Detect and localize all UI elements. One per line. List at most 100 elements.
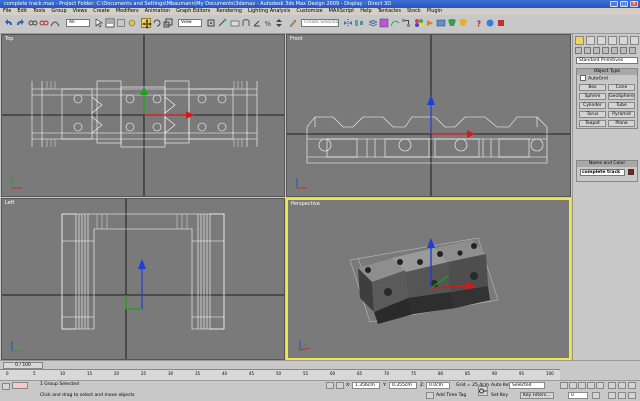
render-setup-icon[interactable] — [425, 18, 435, 28]
set-key-button[interactable]: Set Key — [491, 393, 508, 398]
minimize-button[interactable]: _ — [610, 1, 618, 7]
key-filters-button[interactable]: Key Filters... — [520, 392, 554, 399]
menu-item[interactable]: Customize — [296, 8, 322, 14]
select-and-link-icon[interactable] — [28, 18, 38, 28]
time-tag-icon[interactable] — [426, 392, 434, 399]
primitive-button[interactable]: Torus — [579, 111, 606, 118]
primitive-button[interactable]: Tube — [608, 102, 635, 109]
align-icon[interactable] — [354, 18, 364, 28]
current-frame-field[interactable]: 0 — [568, 392, 588, 399]
menu-item[interactable]: Help — [360, 8, 371, 14]
keyboard-shortcut-override-icon[interactable] — [230, 18, 240, 28]
rectangular-selection-region-icon[interactable] — [116, 18, 126, 28]
maxscript-listener-icon[interactable] — [2, 383, 10, 390]
reference-coordinate-dropdown[interactable]: View — [178, 19, 202, 27]
layer-manager-icon[interactable] — [368, 18, 378, 28]
viewport-label-left[interactable]: Left — [5, 200, 14, 206]
zoom-extents-icon[interactable] — [628, 382, 636, 389]
select-by-name-icon[interactable] — [105, 18, 115, 28]
window-crossing-icon[interactable] — [127, 18, 137, 28]
go-to-end-icon[interactable] — [596, 382, 604, 389]
viewport-front[interactable]: Front — [286, 34, 571, 197]
geometry-icon[interactable] — [575, 47, 582, 54]
viewport-top[interactable]: Top — [1, 34, 285, 197]
previous-frame-icon[interactable] — [569, 382, 577, 389]
z-coordinate-field[interactable]: 0.0cm — [426, 382, 450, 389]
primitive-button[interactable]: Teapot — [579, 120, 606, 127]
go-to-start-icon[interactable] — [560, 382, 568, 389]
angle-snap-icon[interactable] — [252, 18, 262, 28]
key-icon[interactable] — [478, 386, 488, 396]
graphite-modeling-tools-icon[interactable] — [379, 18, 389, 28]
x-coordinate-field[interactable]: 1.356cm — [352, 382, 380, 389]
time-configuration-icon[interactable] — [592, 392, 600, 399]
close-button[interactable]: × — [630, 1, 638, 7]
rendered-frame-window-icon[interactable] — [436, 18, 446, 28]
y-coordinate-field[interactable]: 0.355cm — [389, 382, 417, 389]
undo-icon[interactable] — [4, 18, 14, 28]
auto-key-mode-dropdown[interactable]: Selected — [509, 382, 545, 389]
select-object-icon[interactable] — [94, 18, 104, 28]
select-and-move-icon[interactable] — [141, 18, 152, 29]
edit-named-selection-icon[interactable] — [288, 18, 298, 28]
helpers-icon[interactable] — [611, 47, 618, 54]
primitive-category-dropdown[interactable]: Standard Primitives — [576, 57, 638, 64]
help-icon[interactable]: ? — [474, 18, 484, 29]
create-tab[interactable] — [575, 36, 584, 45]
named-selection-sets-input[interactable]: Create Selection Set — [301, 19, 339, 27]
menu-item[interactable]: Edit — [17, 8, 27, 14]
select-and-scale-icon[interactable] — [163, 18, 173, 28]
unlink-icon[interactable] — [39, 18, 49, 28]
menu-item[interactable]: Rendering — [216, 8, 242, 14]
menu-item[interactable]: Stock — [407, 8, 421, 14]
menu-item[interactable]: Tentacles — [378, 8, 401, 14]
viewport-label-top[interactable]: Top — [5, 36, 13, 42]
arc-rotate-icon[interactable] — [628, 392, 636, 399]
maxscript-mini-listener[interactable] — [12, 382, 28, 389]
track-bar[interactable]: 0 5 10 15 20 25 30 35 40 45 50 55 60 65 70 75 80 85 90 95 10… — [0, 369, 560, 380]
autogrid-checkbox[interactable]: AutoGrid — [577, 75, 637, 82]
network-render-icon[interactable] — [485, 18, 495, 28]
menu-item[interactable]: File — [3, 8, 11, 14]
cameras-icon[interactable] — [602, 47, 609, 54]
menu-item[interactable]: Plugin — [427, 8, 442, 14]
selection-filter-dropdown[interactable]: All — [66, 19, 90, 27]
menu-item[interactable]: Group — [51, 8, 66, 14]
menu-item[interactable]: Tools — [33, 8, 45, 14]
material-editor-icon[interactable] — [414, 18, 424, 28]
systems-icon[interactable] — [629, 47, 636, 54]
object-name-field[interactable]: complete track — [580, 169, 625, 176]
menu-item[interactable]: Lighting Analysis — [248, 8, 290, 14]
field-of-view-icon[interactable] — [608, 392, 616, 399]
time-slider[interactable]: 0 / 100 — [3, 362, 43, 369]
menu-item[interactable]: Views — [73, 8, 87, 14]
render-production-icon[interactable] — [447, 18, 457, 28]
motion-tab[interactable] — [608, 36, 617, 45]
menu-item[interactable]: Animation — [145, 8, 171, 14]
select-and-rotate-icon[interactable] — [152, 18, 162, 28]
snaps-toggle-icon[interactable] — [241, 18, 251, 28]
primitive-button[interactable]: Cone — [608, 84, 635, 91]
menu-item[interactable]: Modifiers — [116, 8, 139, 14]
primitive-button[interactable]: Plane — [608, 120, 635, 127]
absolute-mode-icon[interactable] — [336, 382, 344, 389]
hierarchy-tab[interactable] — [597, 36, 606, 45]
mirror-icon[interactable] — [343, 18, 353, 28]
viewport-label-perspective[interactable]: Perspective — [291, 201, 320, 207]
menu-item[interactable]: Graph Editors — [176, 8, 210, 14]
select-and-manipulate-icon[interactable] — [217, 18, 227, 28]
display-tab[interactable] — [619, 36, 628, 45]
bind-space-warp-icon[interactable] — [50, 18, 60, 28]
primitive-button[interactable]: Pyramid — [608, 111, 635, 118]
object-color-swatch[interactable] — [628, 169, 634, 175]
viewport-label-front[interactable]: Front — [290, 36, 303, 42]
percent-snap-icon[interactable]: % — [263, 18, 273, 28]
primitive-button[interactable]: Box — [579, 84, 606, 91]
viewport-perspective[interactable]: Perspective — [286, 198, 571, 360]
utilities-tab[interactable] — [630, 36, 639, 45]
schematic-view-icon[interactable] — [401, 18, 411, 28]
primitive-button[interactable]: Cylinder — [579, 102, 606, 109]
name-color-header[interactable]: Name and Color — [577, 161, 637, 167]
primitive-button[interactable]: GeoSphere — [608, 93, 635, 100]
zoom-icon[interactable] — [608, 382, 616, 389]
